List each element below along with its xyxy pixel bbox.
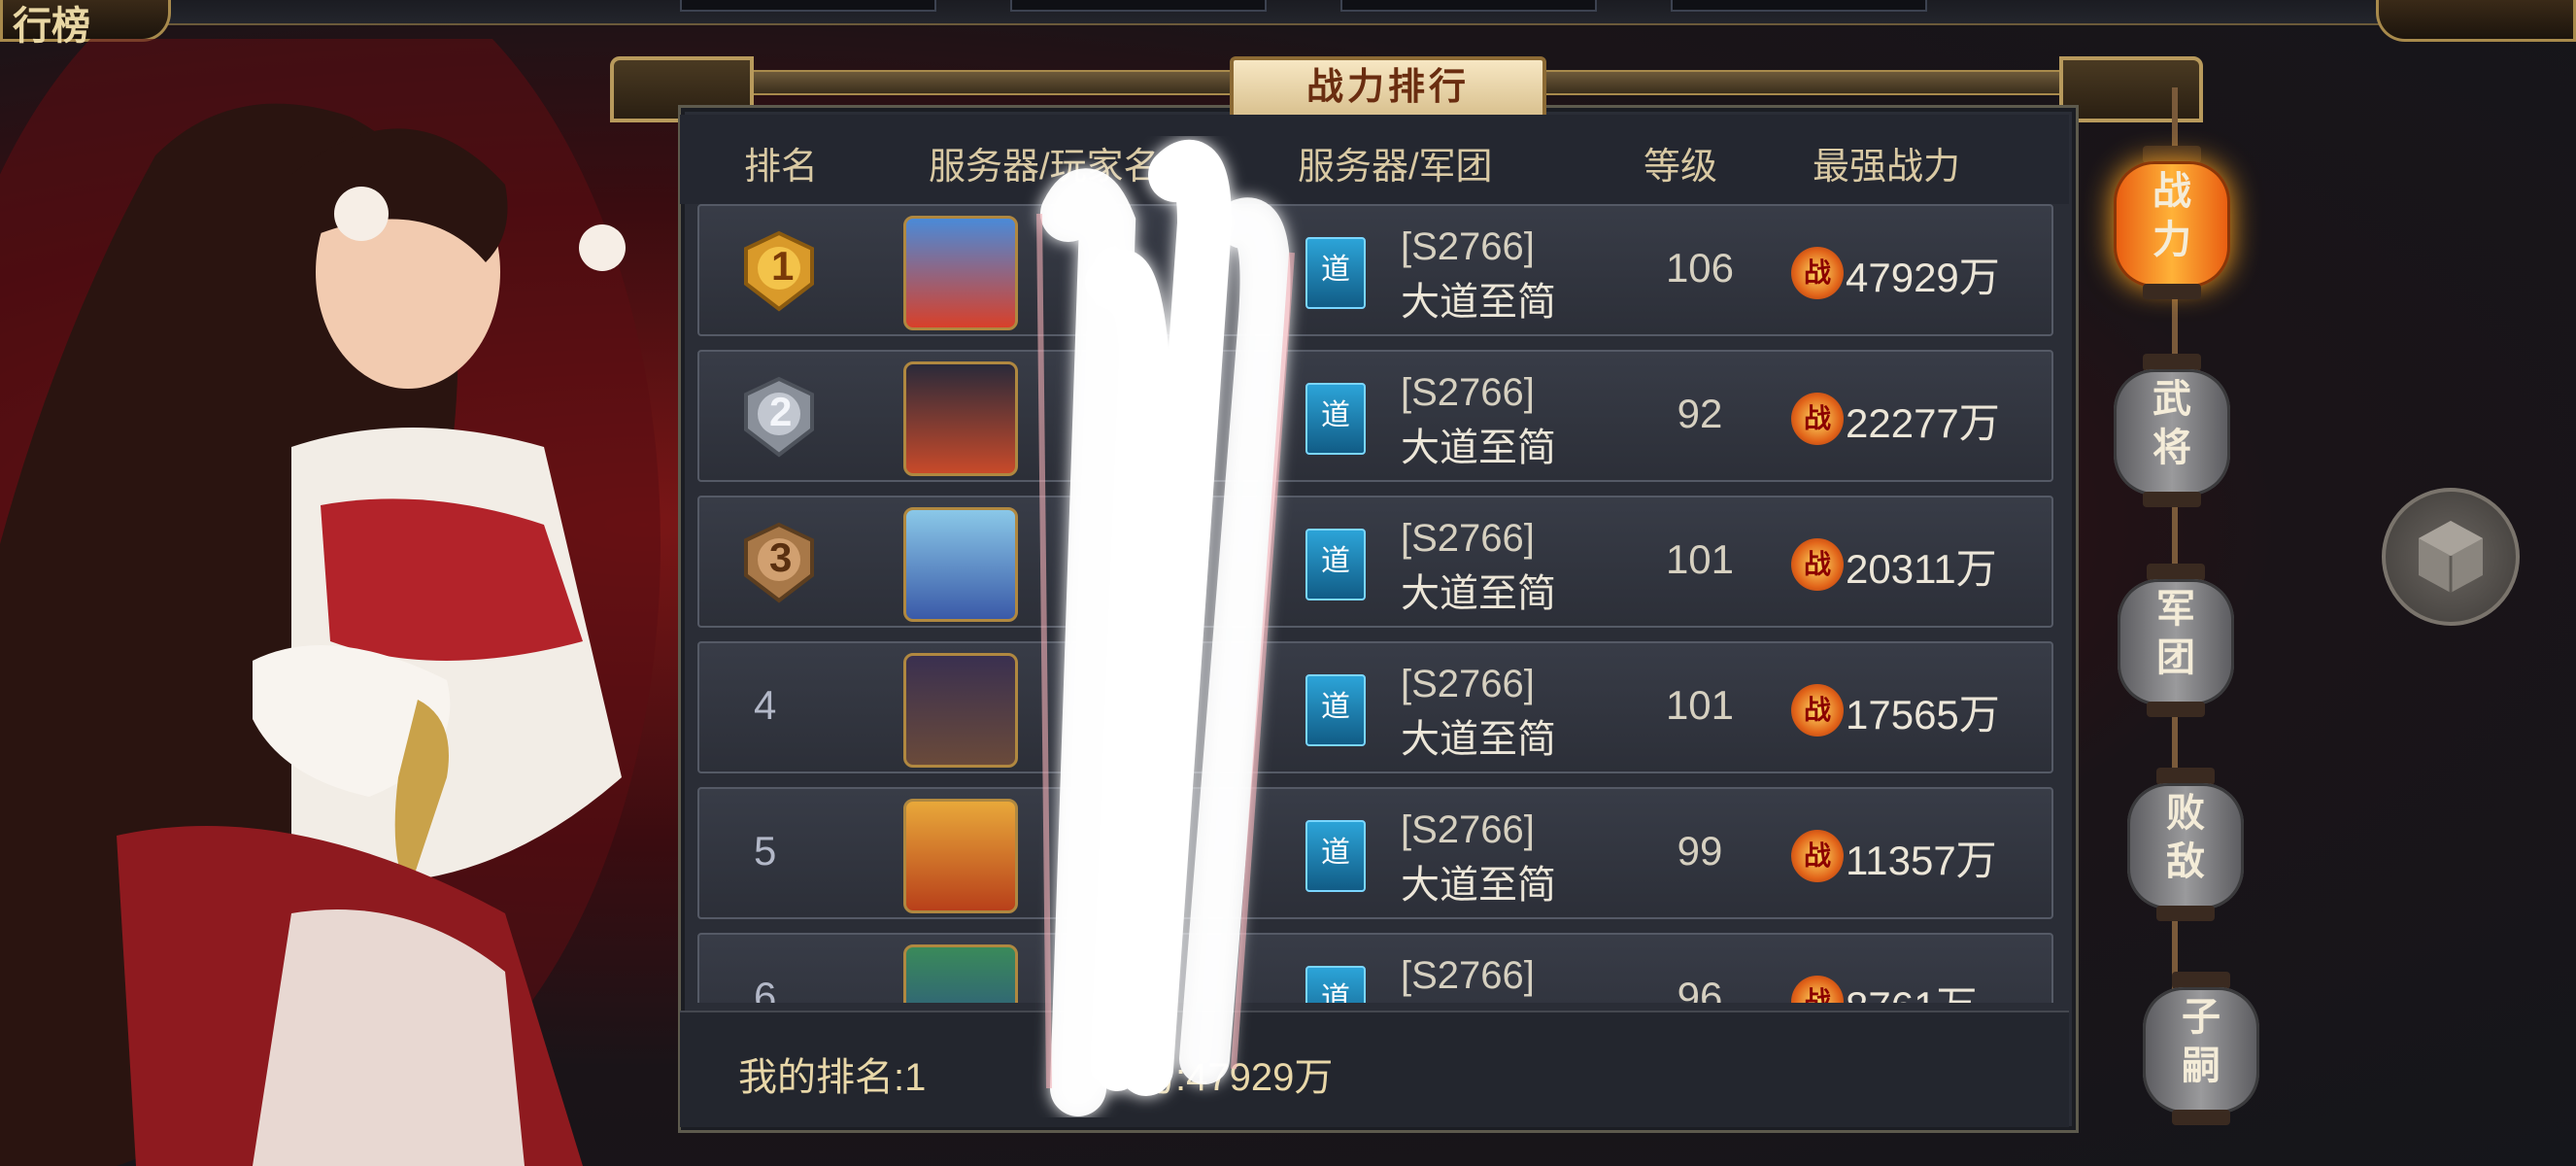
player-avatar[interactable] (903, 361, 1018, 476)
guild-badge-icon: 道 (1305, 674, 1366, 746)
tab-label: 军团 (2156, 588, 2195, 679)
guild-server: [S2766] (1401, 225, 1535, 268)
lantern-cap (2143, 284, 2201, 299)
my-rank-footer: 我的排名:1 力:47929万 (680, 1011, 2069, 1127)
power-icon: 战 (1791, 247, 1844, 299)
lantern-cap (2172, 1110, 2230, 1125)
player-level: 96 (1677, 974, 1723, 1003)
my-power-label: 力:47929万 (1136, 1056, 1334, 1099)
player-power: 20311万 (1846, 546, 1997, 592)
player-level: 106 (1665, 245, 1735, 291)
frame-ornament-right (2059, 56, 2203, 122)
player-avatar[interactable] (903, 944, 1018, 1003)
player-power: 22277万 (1846, 400, 2000, 446)
guild-server: [S2766] (1401, 371, 1535, 414)
rank-number: 2 (769, 389, 793, 434)
player-avatar[interactable] (903, 799, 1018, 913)
guild-server: [S2766] (1401, 517, 1535, 560)
tab-label: 子嗣 (2182, 996, 2220, 1087)
table-header: 排名 服务器/玩家名 服务器/军团 等级 最强战力 (680, 115, 2069, 204)
rank-number: 1 (771, 243, 795, 289)
top-bar (0, 0, 2576, 25)
rank-number: 3 (769, 534, 793, 580)
guild-badge-icon: 道 (1305, 237, 1366, 309)
player-avatar[interactable] (903, 216, 1018, 330)
player-power: 11357万 (1846, 838, 1997, 883)
power-icon: 战 (1791, 684, 1844, 737)
resource-slot (680, 0, 936, 12)
guild-badge-icon: 道 (1305, 383, 1366, 455)
player-avatar[interactable] (903, 507, 1018, 622)
table-row[interactable]: 4 道 [S2766] 大道至简 101 战 17565万 (697, 641, 2053, 773)
guild-name: 大道至简 (1401, 572, 1556, 615)
guild-name: 大道至简 (1401, 864, 1556, 907)
tab-label: 败敌 (2166, 792, 2205, 883)
cube-icon (2419, 521, 2483, 593)
guild-badge-icon: 道 (1305, 820, 1366, 892)
lantern-cap (2156, 906, 2215, 921)
tab-label: 战力 (2152, 170, 2191, 261)
player-level: 92 (1677, 391, 1723, 436)
guild-badge-icon: 道 (1305, 966, 1366, 1003)
guild-server: [S2766] (1401, 808, 1535, 851)
tab-generals[interactable]: 武将 (2114, 354, 2230, 509)
my-rank-label: 我的排名:1 (738, 1056, 927, 1099)
guild-server: [S2766] (1401, 954, 1535, 997)
resource-slot (1340, 0, 1597, 12)
table-row[interactable]: 2 道 [S2766] 大道至简 92 战 22277万 (697, 350, 2053, 482)
rank-number: 4 (754, 682, 777, 728)
rank-number: 6 (754, 974, 777, 1003)
table-row[interactable]: 3 道 [S2766] 大道至简 101 战 20311万 (697, 496, 2053, 628)
table-row[interactable]: 1 道 [S2766] 大道至简 106 战 47929万 (697, 204, 2053, 336)
resource-slot (1671, 0, 1927, 12)
guild-name: 大道至简 (1401, 427, 1556, 469)
power-icon: 战 (1791, 393, 1844, 445)
player-level: 101 (1665, 536, 1735, 582)
cube-button[interactable] (2382, 488, 2520, 626)
tab-defeated-enemies[interactable]: 败敌 (2127, 768, 2244, 923)
lantern-cap (2147, 702, 2205, 717)
table-row[interactable]: 5 道 [S2766] 大道至简 99 战 11357万 (697, 787, 2053, 919)
tab-legion[interactable]: 军团 (2118, 564, 2234, 719)
header-max-power: 最强战力 (1813, 147, 1961, 188)
player-power: 8761万 (1846, 974, 1977, 1003)
resource-slot (1010, 0, 1267, 12)
tab-heirs[interactable]: 子嗣 (2143, 972, 2259, 1127)
player-power: 47929万 (1846, 255, 2000, 300)
header-level: 等级 (1644, 147, 1718, 188)
window-title-tab: 行榜 (0, 0, 171, 48)
player-level: 99 (1677, 828, 1723, 874)
player-level: 101 (1665, 682, 1735, 728)
lantern-cap (2143, 492, 2201, 507)
guild-badge-icon: 道 (1305, 529, 1366, 600)
header-server-guild: 服务器/军团 (1298, 147, 1493, 188)
power-icon: 战 (1791, 976, 1844, 1003)
tab-label: 武将 (2152, 378, 2191, 469)
guild-name: 大道至简 (1401, 718, 1556, 761)
power-icon: 战 (1791, 830, 1844, 882)
character-illustration (0, 39, 661, 1166)
guild-name: 大道至简 (1401, 281, 1556, 324)
header-rank: 排名 (744, 147, 819, 188)
guild-server: [S2766] (1401, 663, 1535, 705)
player-power: 17565万 (1846, 692, 2000, 737)
header-server-player: 服务器/玩家名 (929, 147, 1161, 188)
rank-number: 5 (754, 828, 777, 874)
table-row[interactable]: 6 道 [S2766] 96 战 8761万 (697, 933, 2053, 1003)
close-button[interactable] (2376, 0, 2576, 42)
power-icon: 战 (1791, 538, 1844, 591)
ranking-list[interactable]: 1 道 [S2766] 大道至简 106 战 47929万 2 道 [S2766… (697, 204, 2053, 1003)
tab-power[interactable]: 战力 (2114, 146, 2230, 301)
player-avatar[interactable] (903, 653, 1018, 768)
